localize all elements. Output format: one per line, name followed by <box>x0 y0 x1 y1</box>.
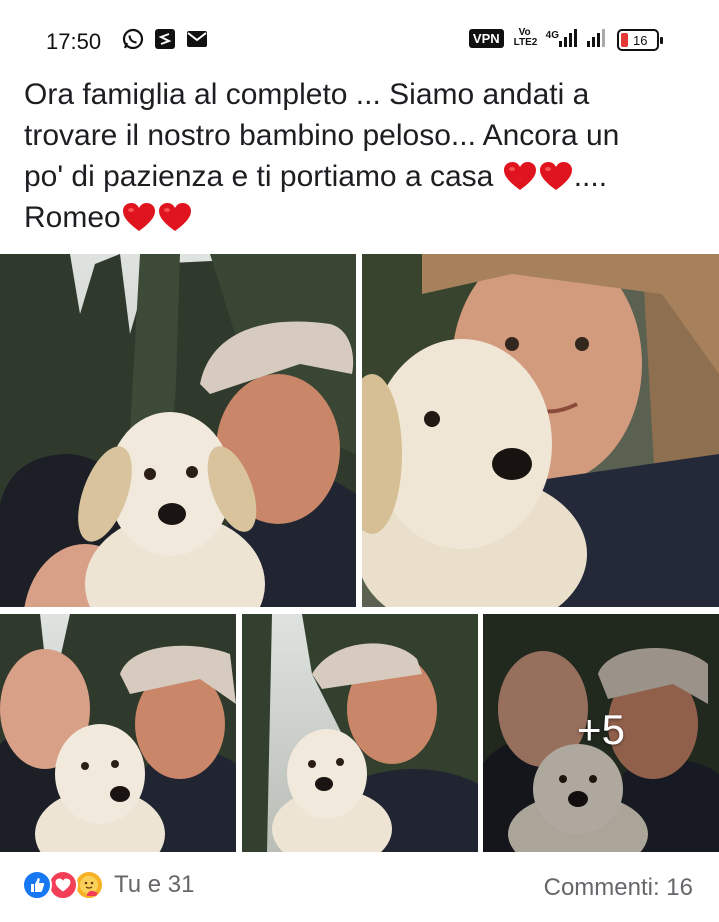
post-text-line: Ora famiglia al completo ... Siamo andat… <box>24 78 590 111</box>
whatsapp-icon <box>122 28 144 50</box>
reactions-summary[interactable]: Tu e 31 <box>22 870 195 900</box>
more-photos-overlay: +5 <box>483 614 719 852</box>
photo-2[interactable] <box>362 254 719 607</box>
app-s-icon <box>154 28 176 50</box>
photo-5-more[interactable]: +5 <box>483 614 719 852</box>
comments-count-link[interactable]: Commenti: 16 <box>544 874 693 902</box>
photo-3[interactable] <box>0 614 236 852</box>
more-photos-count: +5 <box>577 706 625 753</box>
red-heart-icon <box>158 202 192 232</box>
red-heart-icon <box>539 161 573 191</box>
signal-bars-icon <box>587 29 605 47</box>
post-footer: Tu e 31 Commenti: 16 <box>0 862 719 912</box>
battery-icon: 16 <box>617 29 663 51</box>
post-text-line: Romeo <box>24 197 704 238</box>
red-heart-icon <box>122 202 156 232</box>
love-icon <box>48 870 78 900</box>
signal-4g-icon: 4G <box>546 29 577 47</box>
photo-1[interactable] <box>0 254 356 607</box>
care-icon <box>74 870 104 900</box>
status-bar: 17:50 VPN Vo LTE2 4G 16 <box>0 0 719 80</box>
mail-icon <box>186 28 208 50</box>
reactions-count: Tu e 31 <box>114 871 195 898</box>
photo-4[interactable] <box>242 614 478 852</box>
red-heart-icon <box>503 161 537 191</box>
post-text: Ora famiglia al completo ... Siamo andat… <box>24 74 704 238</box>
post-text-line: trovare il nostro bambino peloso... Anco… <box>24 119 620 152</box>
battery-fill <box>621 33 628 47</box>
post-text-line: po' di pazienza e ti portiamo a casa ...… <box>24 160 608 193</box>
clock: 17:50 <box>46 29 102 54</box>
notification-icons <box>122 28 208 50</box>
vpn-badge: VPN <box>468 28 504 48</box>
like-icon <box>22 870 52 900</box>
battery-level: 16 <box>633 32 648 48</box>
network-type-label: 4G <box>545 30 559 41</box>
volte-indicator: Vo LTE2 <box>513 27 538 48</box>
